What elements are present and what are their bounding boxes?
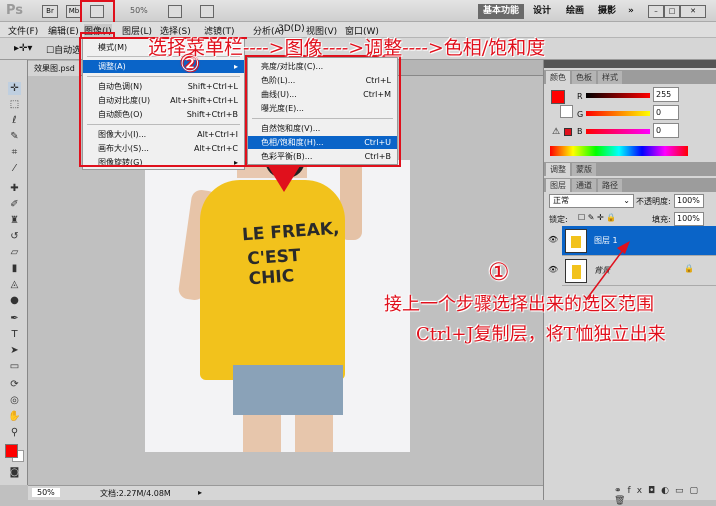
annotation-arrow-icon xyxy=(585,241,630,301)
